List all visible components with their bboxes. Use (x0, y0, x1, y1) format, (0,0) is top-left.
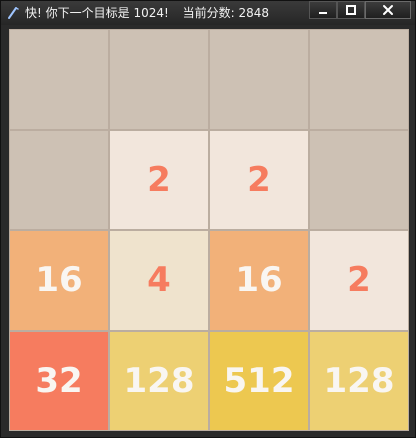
app-window: 快! 你下一个目标是 1024! 当前分数: 2848 2 2 16 4 16 … (0, 0, 416, 438)
tile-r0-c0 (10, 30, 108, 129)
close-button[interactable] (365, 1, 411, 19)
tile-r2-c0: 16 (10, 231, 108, 330)
maximize-button[interactable] (337, 1, 365, 19)
tile-r0-c3 (310, 30, 408, 129)
minimize-button[interactable] (309, 1, 337, 19)
tile-r3-c0: 32 (10, 331, 108, 430)
tile-r1-c3 (310, 130, 408, 229)
tile-r1-c2: 2 (210, 130, 308, 229)
maximize-icon (345, 1, 357, 20)
game-board: 2 2 16 4 16 2 32 128 512 128 (9, 29, 409, 431)
tile-r0-c1 (110, 30, 208, 129)
close-icon (382, 1, 394, 20)
tile-r1-c0 (10, 130, 108, 229)
tile-r2-c2: 16 (210, 231, 308, 330)
tile-r1-c1: 2 (110, 130, 208, 229)
tile-r3-c2: 512 (210, 331, 308, 430)
tile-r3-c3: 128 (310, 331, 408, 430)
tile-r0-c2 (210, 30, 308, 129)
title-message: 快! 你下一个目标是 1024! (25, 6, 169, 20)
tile-r3-c1: 128 (110, 331, 208, 430)
feather-icon (5, 5, 21, 21)
score-label: 当前分数: 2848 (182, 6, 270, 20)
window-title: 快! 你下一个目标是 1024! 当前分数: 2848 (25, 1, 269, 25)
tile-r2-c3: 2 (310, 231, 408, 330)
tile-r2-c1: 4 (110, 231, 208, 330)
feather-icon-svg (8, 7, 19, 19)
window-controls (309, 1, 411, 21)
title-bar[interactable]: 快! 你下一个目标是 1024! 当前分数: 2848 (1, 1, 415, 25)
minimize-icon (317, 1, 329, 20)
